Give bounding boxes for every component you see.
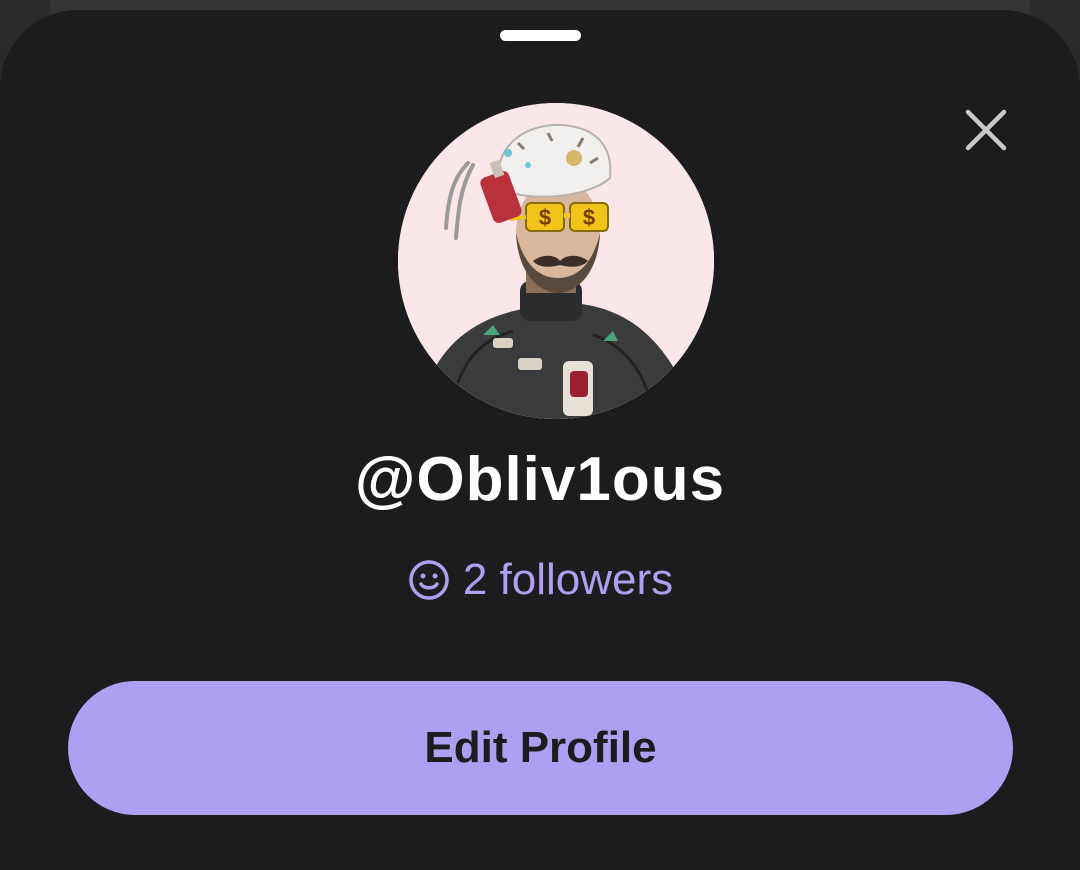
avatar-illustration: $ $: [398, 103, 714, 419]
followers-count[interactable]: 2 followers: [0, 555, 1080, 605]
followers-label: 2 followers: [462, 555, 674, 604]
avatar[interactable]: $ $: [398, 103, 714, 419]
svg-text:$: $: [583, 205, 595, 230]
profile-username: @Obliv1ous: [354, 445, 726, 514]
edit-profile-button[interactable]: Edit Profile: [68, 681, 1013, 815]
svg-text:$: $: [539, 205, 551, 230]
sheet-grabber-handle[interactable]: [500, 30, 581, 41]
close-button[interactable]: [958, 102, 1014, 158]
smiley-face-icon: [409, 560, 449, 600]
close-icon: [965, 109, 1007, 151]
